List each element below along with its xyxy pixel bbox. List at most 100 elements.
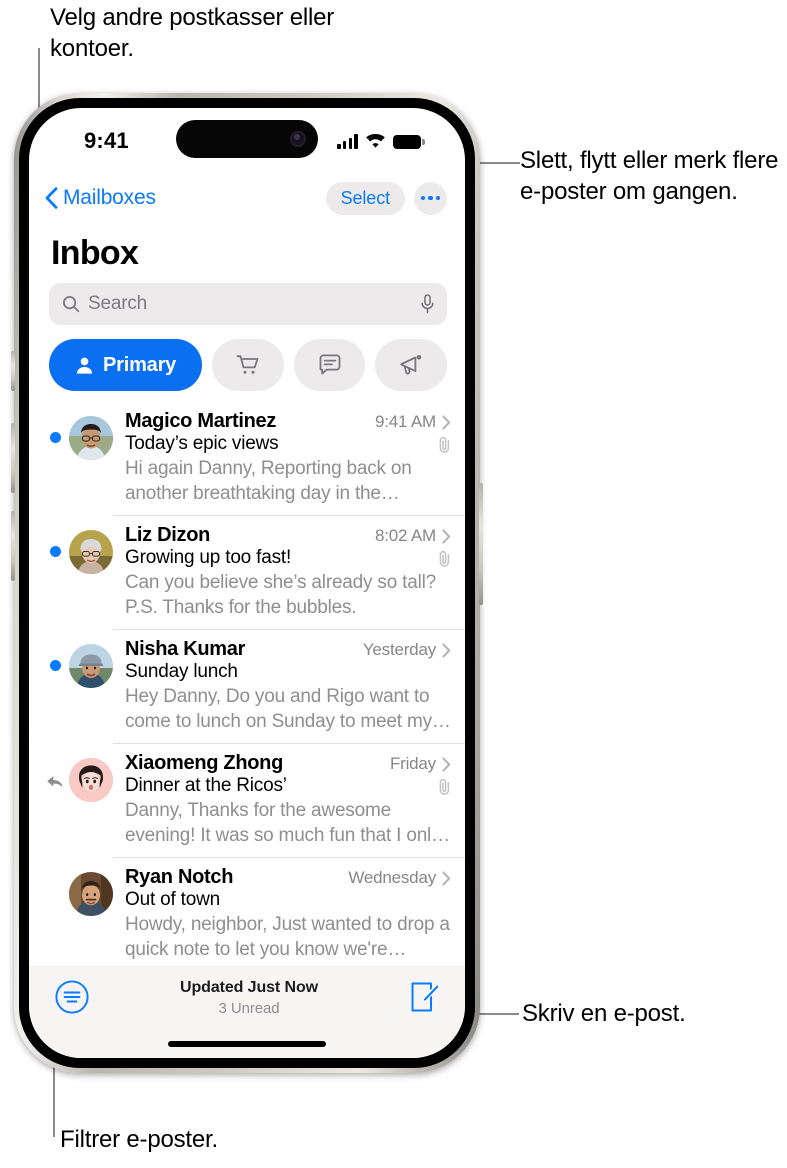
mail-meta: Yesterday	[355, 640, 451, 660]
attachment-paperclip-icon	[439, 778, 450, 795]
mail-time: Wednesday	[348, 868, 436, 887]
chat-bubble-icon	[319, 354, 340, 375]
back-to-mailboxes-button[interactable]: Mailboxes	[45, 186, 156, 210]
status-bar: 9:41	[29, 108, 465, 172]
power-button[interactable]	[479, 483, 483, 605]
mail-time: Friday	[389, 754, 436, 773]
mail-subject-row: Out of town	[125, 889, 451, 911]
select-button[interactable]: Select	[325, 181, 405, 215]
ellipsis-icon-dot	[435, 195, 440, 201]
chevron-right-icon[interactable]	[442, 756, 451, 772]
battery-icon	[393, 135, 425, 149]
mail-time: 9:41 AM	[375, 412, 436, 431]
callout-select: Slett, flytt eller merk flere e-poster o…	[520, 147, 779, 205]
attachment-paperclip-icon	[439, 550, 450, 567]
chevron-right-icon[interactable]	[442, 414, 451, 430]
callout-filter: Filtrer e-poster.	[60, 1126, 218, 1153]
mail-header-row: Ryan Notch Wednesday	[125, 866, 451, 889]
mail-content: Nisha Kumar Yesterday Sunday lunch Hey D…	[125, 638, 451, 734]
phone-screen: 9:41 Mailboxes Select Inbox Search Prima…	[29, 108, 465, 1058]
mail-status-column	[41, 866, 69, 962]
mail-status-column	[41, 638, 69, 734]
mail-header-row: Nisha Kumar Yesterday	[125, 638, 451, 661]
mail-list-item[interactable]: Magico Martinez 9:41 AM Today’s epic vie…	[29, 401, 465, 515]
microphone-icon[interactable]	[420, 294, 435, 314]
mail-list-item[interactable]: Xiaomeng Zhong Friday Dinner at the Rico…	[29, 743, 465, 857]
mail-subject: Sunday lunch	[125, 661, 238, 682]
tab-promotions[interactable]	[375, 339, 448, 391]
search-icon	[63, 296, 80, 313]
updated-status-label: Updated Just Now	[180, 979, 318, 996]
memoji-avatar	[69, 758, 113, 802]
unread-dot-icon	[49, 546, 61, 557]
mail-time: 8:02 AM	[375, 526, 436, 545]
more-options-button[interactable]	[414, 181, 447, 215]
chevron-right-icon[interactable]	[442, 870, 451, 886]
mail-preview: Hi again Danny, Reporting back on anothe…	[125, 458, 412, 504]
ellipsis-icon-dot	[428, 195, 433, 201]
action-button[interactable]	[11, 351, 15, 391]
mail-preview: Howdy, neighbor, Just wanted to drop a q…	[125, 914, 450, 960]
unread-dot-icon	[49, 432, 61, 443]
mail-status-column	[41, 752, 69, 848]
mail-meta: 8:02 AM	[367, 526, 451, 546]
avatar	[69, 530, 113, 574]
leader-line-select-h	[500, 162, 520, 164]
mail-list-item[interactable]: Liz Dizon 8:02 AM Growing up too fast! C…	[29, 515, 465, 629]
search-placeholder: Search	[88, 293, 148, 314]
search-bar-container: Search	[29, 281, 465, 325]
shopping-cart-icon	[236, 355, 259, 374]
wifi-icon	[366, 133, 385, 148]
volume-up-button[interactable]	[11, 423, 15, 493]
mail-sender: Nisha Kumar	[125, 638, 246, 660]
page-title: Inbox	[51, 234, 139, 272]
mail-content: Xiaomeng Zhong Friday Dinner at the Rico…	[125, 752, 451, 848]
mail-content: Ryan Notch Wednesday Out of town Howdy, …	[125, 866, 451, 962]
mail-list-item[interactable]: Ryan Notch Wednesday Out of town Howdy, …	[29, 857, 465, 971]
mail-content: Liz Dizon 8:02 AM Growing up too fast! C…	[125, 524, 451, 620]
avatar	[69, 416, 113, 460]
avatar-photo	[69, 644, 113, 688]
mail-subject-row: Sunday lunch	[125, 661, 451, 683]
screenshot-root: Velg andre postkasser eller kontoer. Sle…	[0, 0, 787, 1168]
volume-down-button[interactable]	[11, 511, 15, 581]
unread-dot-icon	[49, 660, 61, 671]
category-tab-bar: Primary	[29, 325, 465, 391]
toolbar-status: Updated Just Now 3 Unread	[89, 979, 409, 1017]
mail-sender: Xiaomeng Zhong	[125, 752, 284, 774]
avatar	[69, 644, 113, 688]
mail-status-column	[41, 524, 69, 620]
navigation-bar: Mailboxes Select	[29, 172, 465, 224]
mail-subject: Out of town	[125, 889, 220, 910]
mail-subject: Growing up too fast!	[125, 547, 292, 568]
tab-primary-label: Primary	[103, 353, 177, 376]
compose-button[interactable]	[409, 982, 439, 1012]
home-indicator[interactable]	[168, 1041, 326, 1047]
mail-content: Magico Martinez 9:41 AM Today’s epic vie…	[125, 410, 451, 506]
mail-meta: Friday	[382, 754, 451, 774]
mail-subject-row: Today’s epic views	[125, 433, 451, 455]
chevron-right-icon[interactable]	[442, 528, 451, 544]
ellipsis-icon-dot	[421, 195, 426, 201]
person-icon	[76, 357, 93, 374]
mail-subject: Today’s epic views	[125, 433, 279, 454]
mail-preview: Can you believe she’s already so tall? P…	[125, 572, 437, 618]
tab-updates[interactable]	[293, 339, 366, 391]
callout-mailboxes: Velg andre postkasser eller kontoer.	[50, 4, 335, 62]
mail-header-row: Liz Dizon 8:02 AM	[125, 524, 451, 547]
iphone-device-frame: 9:41 Mailboxes Select Inbox Search Prima…	[11, 93, 483, 1073]
chevron-right-icon[interactable]	[442, 642, 451, 658]
mail-header-row: Magico Martinez 9:41 AM	[125, 410, 451, 433]
tab-primary[interactable]: Primary	[49, 339, 203, 391]
back-button-label: Mailboxes	[63, 186, 156, 209]
search-input[interactable]: Search	[49, 283, 447, 325]
avatar	[69, 872, 113, 916]
mail-sender: Magico Martinez	[125, 410, 277, 432]
tab-transactions[interactable]	[212, 339, 284, 391]
replied-arrow-icon	[47, 776, 63, 788]
unread-count-label: 3 Unread	[218, 1000, 280, 1017]
mail-list-item[interactable]: Nisha Kumar Yesterday Sunday lunch Hey D…	[29, 629, 465, 743]
mail-preview: Hey Danny, Do you and Rigo want to come …	[125, 686, 432, 732]
filter-button[interactable]	[55, 980, 89, 1014]
mail-subject-row: Dinner at the Ricos’	[125, 775, 451, 797]
